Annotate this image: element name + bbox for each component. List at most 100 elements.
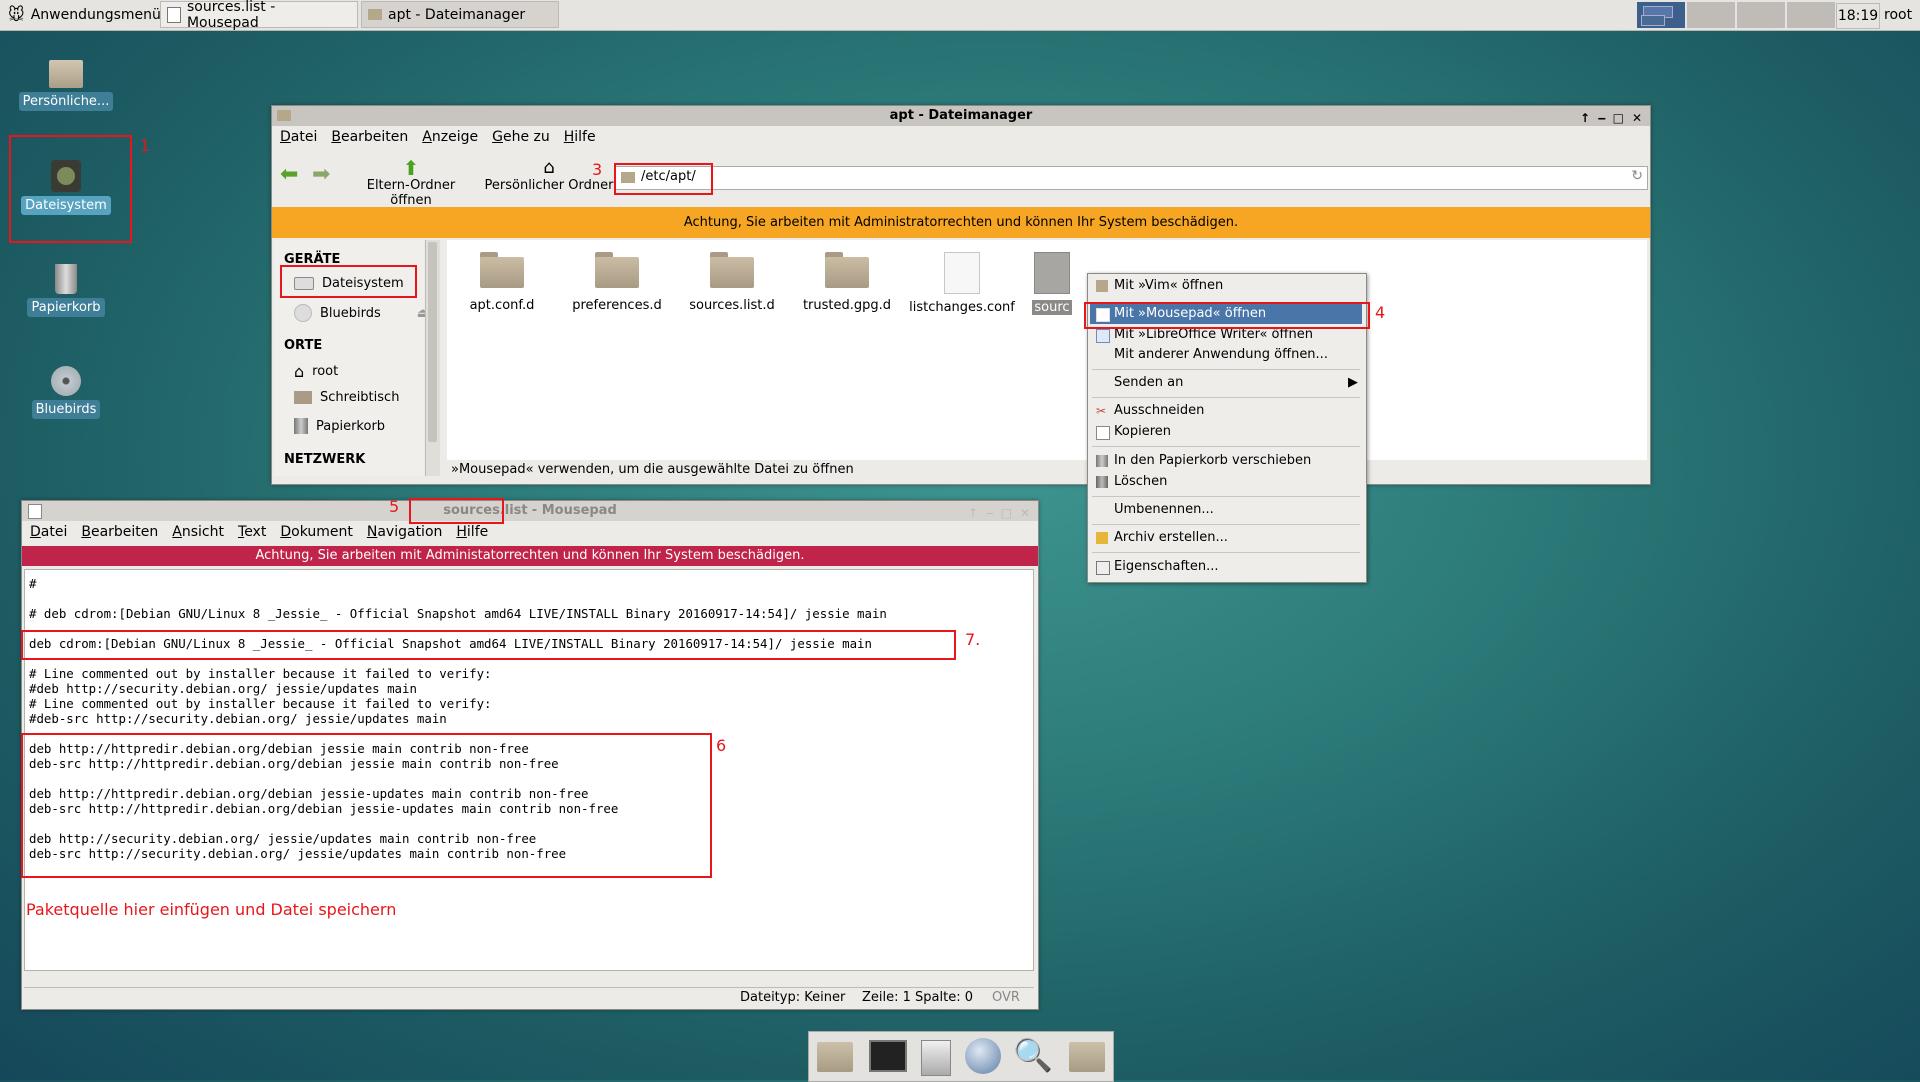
task-mousepad[interactable]: sources.list - Mousepad xyxy=(160,0,358,31)
applications-menu-button[interactable]: 🐭 Anwendungsmenü xyxy=(2,1,161,28)
parent-folder-button[interactable]: ⬆ Eltern-Ordner öffnen xyxy=(344,158,478,208)
desktop-icon-bluebirds[interactable]: Bluebirds xyxy=(16,366,116,419)
search-icon[interactable]: 🔍 xyxy=(1013,1036,1053,1074)
menu-item-label: Ausschneiden xyxy=(1114,403,1205,418)
file-name: sources.list.d xyxy=(689,298,775,313)
file-manager-menubar: Datei Bearbeiten Anzeige Gehe zu Hilfe xyxy=(272,126,1650,148)
editor-statusbar: Dateityp: Keiner Zeile: 1 Spalte: 0 OVR xyxy=(24,987,1034,1008)
menu-item-copy[interactable]: Kopieren xyxy=(1090,422,1362,442)
workspace-2[interactable] xyxy=(1686,2,1735,28)
menu-item-delete[interactable]: Löschen xyxy=(1090,472,1362,492)
workspace-1[interactable] xyxy=(1636,2,1685,28)
minimize-button[interactable]: ‒ xyxy=(1598,108,1606,128)
close-button[interactable]: ✕ xyxy=(1632,108,1642,128)
menu-hilfe[interactable]: Hilfe xyxy=(456,524,488,540)
sidebar-item-label: Schreibtisch xyxy=(320,390,400,405)
menu-item-create-archive[interactable]: Archiv erstellen... xyxy=(1090,528,1362,548)
maximize-button[interactable]: □ xyxy=(1613,108,1624,128)
menu-item-open-other[interactable]: Mit anderer Anwendung öffnen... xyxy=(1090,345,1362,365)
delete-icon xyxy=(1096,476,1108,488)
keep-above-button[interactable]: ↑ xyxy=(1580,108,1590,128)
menu-text[interactable]: Text xyxy=(238,524,266,540)
menu-datei[interactable]: Datei xyxy=(30,524,67,540)
sidebar-item-bluebirds[interactable]: Bluebirds ⏏ xyxy=(294,304,429,322)
workspace-4[interactable] xyxy=(1786,2,1835,28)
desktop-folder-icon xyxy=(294,391,312,404)
file-view: apt.conf.d preferences.d sources.list.d … xyxy=(447,240,1647,460)
text-file-icon xyxy=(944,252,980,294)
file-item-folder[interactable]: trusted.gpg.d xyxy=(792,252,902,313)
file-item-folder[interactable]: preferences.d xyxy=(562,252,672,313)
file-item-folder[interactable]: apt.conf.d xyxy=(447,252,557,313)
menu-item-properties[interactable]: Eigenschaften... xyxy=(1090,557,1362,577)
sidebar-item-root[interactable]: ⌂ root xyxy=(294,362,338,381)
editor-line: #deb http://security.debian.org/ jessie/… xyxy=(29,681,417,696)
sidebar-item-desktop[interactable]: Schreibtisch xyxy=(294,390,399,405)
web-browser-icon[interactable] xyxy=(965,1038,1001,1074)
menu-item-label: Mit anderer Anwendung öffnen... xyxy=(1114,347,1328,362)
submenu-arrow-icon: ▶ xyxy=(1348,375,1358,390)
maximize-button[interactable]: □ xyxy=(1001,503,1012,523)
menu-item-label: Mit »LibreOffice Writer« öffnen xyxy=(1114,327,1313,342)
menu-item-label: In den Papierkorb verschieben xyxy=(1114,453,1312,468)
folder-icon xyxy=(710,252,754,288)
menu-item-label: Eigenschaften... xyxy=(1114,559,1219,574)
menu-separator xyxy=(1092,552,1360,553)
sidebar-scrollbar[interactable] xyxy=(425,240,440,476)
copy-icon xyxy=(1096,426,1110,440)
sidebar-item-trash[interactable]: Papierkorb xyxy=(294,418,385,434)
minimize-button[interactable]: ‒ xyxy=(986,503,994,523)
top-panel: 🐭 Anwendungsmenü sources.list - Mousepad… xyxy=(0,0,1920,31)
reload-icon[interactable]: ↻ xyxy=(1631,168,1643,184)
folder-icon[interactable] xyxy=(1069,1042,1105,1072)
menu-item-cut[interactable]: ✂ Ausschneiden xyxy=(1090,401,1362,421)
task-label: sources.list - Mousepad xyxy=(186,0,276,31)
terminal-icon[interactable] xyxy=(869,1040,907,1072)
menu-dokument[interactable]: Dokument xyxy=(280,524,353,540)
user-label[interactable]: root xyxy=(1884,3,1912,27)
annotation-box-2 xyxy=(280,265,417,298)
file-manager-icon[interactable] xyxy=(817,1042,853,1072)
menu-bearbeiten[interactable]: Bearbeiten xyxy=(81,524,158,540)
location-bar[interactable]: /etc/apt/ ↻ xyxy=(614,166,1648,190)
menu-navigation[interactable]: Navigation xyxy=(367,524,443,540)
file-name: trusted.gpg.d xyxy=(802,298,892,313)
menu-hilfe[interactable]: Hilfe xyxy=(564,129,596,145)
forward-arrow-icon[interactable]: ➡ xyxy=(312,162,330,187)
clock[interactable]: 18:19 xyxy=(1836,3,1880,29)
file-item-folder[interactable]: sources.list.d xyxy=(677,252,787,313)
desktop-icon-trash[interactable]: Papierkorb xyxy=(16,264,116,317)
menu-item-open-vim[interactable]: Mit »Vim« öffnen xyxy=(1090,276,1362,296)
editor-titlebar[interactable]: sources.list - Mousepad ↑ ‒ □ ✕ xyxy=(22,501,1038,521)
task-label: apt - Dateimanager xyxy=(388,6,526,23)
menu-item-move-to-trash[interactable]: In den Papierkorb verschieben xyxy=(1090,451,1362,471)
folder-icon xyxy=(277,110,291,121)
task-file-manager[interactable]: apt - Dateimanager xyxy=(361,1,559,28)
workspace-3[interactable] xyxy=(1736,2,1785,28)
file-manager-titlebar[interactable]: apt - Dateimanager ↑ ‒ □ ✕ xyxy=(272,106,1650,126)
file-item-file[interactable]: listchanges.conf xyxy=(907,252,1017,315)
sidebar-header-network: NETZWERK xyxy=(284,452,366,467)
status-filetype[interactable]: Dateityp: Keiner xyxy=(740,990,845,1005)
file-cabinet-icon[interactable] xyxy=(921,1040,951,1076)
menu-bearbeiten[interactable]: Bearbeiten xyxy=(331,129,408,145)
menu-item-send-to[interactable]: Senden an ▶ xyxy=(1090,373,1362,393)
close-button[interactable]: ✕ xyxy=(1020,503,1030,523)
menu-anzeige[interactable]: Anzeige xyxy=(422,129,478,145)
menu-gehe-zu[interactable]: Gehe zu xyxy=(492,129,550,145)
menu-ansicht[interactable]: Ansicht xyxy=(172,524,224,540)
back-arrow-icon[interactable]: ⬅ xyxy=(280,162,298,187)
desktop-icon-home[interactable]: Persönliche... xyxy=(16,60,116,111)
annotation-box-3 xyxy=(614,163,713,195)
home-icon: ⌂ xyxy=(294,362,305,381)
annotation-box-6 xyxy=(21,733,712,878)
file-item-selected[interactable]: sourc xyxy=(1022,252,1082,315)
up-arrow-icon: ⬆ xyxy=(402,156,420,180)
keep-above-button[interactable]: ↑ xyxy=(968,503,978,523)
folder-icon xyxy=(480,252,524,288)
menu-datei[interactable]: Datei xyxy=(280,129,317,145)
annotation-box-7 xyxy=(21,630,956,660)
annotation-number: 4 xyxy=(1375,303,1386,322)
editor-line: # xyxy=(29,576,37,591)
menu-item-rename[interactable]: Umbenennen... xyxy=(1090,500,1362,520)
